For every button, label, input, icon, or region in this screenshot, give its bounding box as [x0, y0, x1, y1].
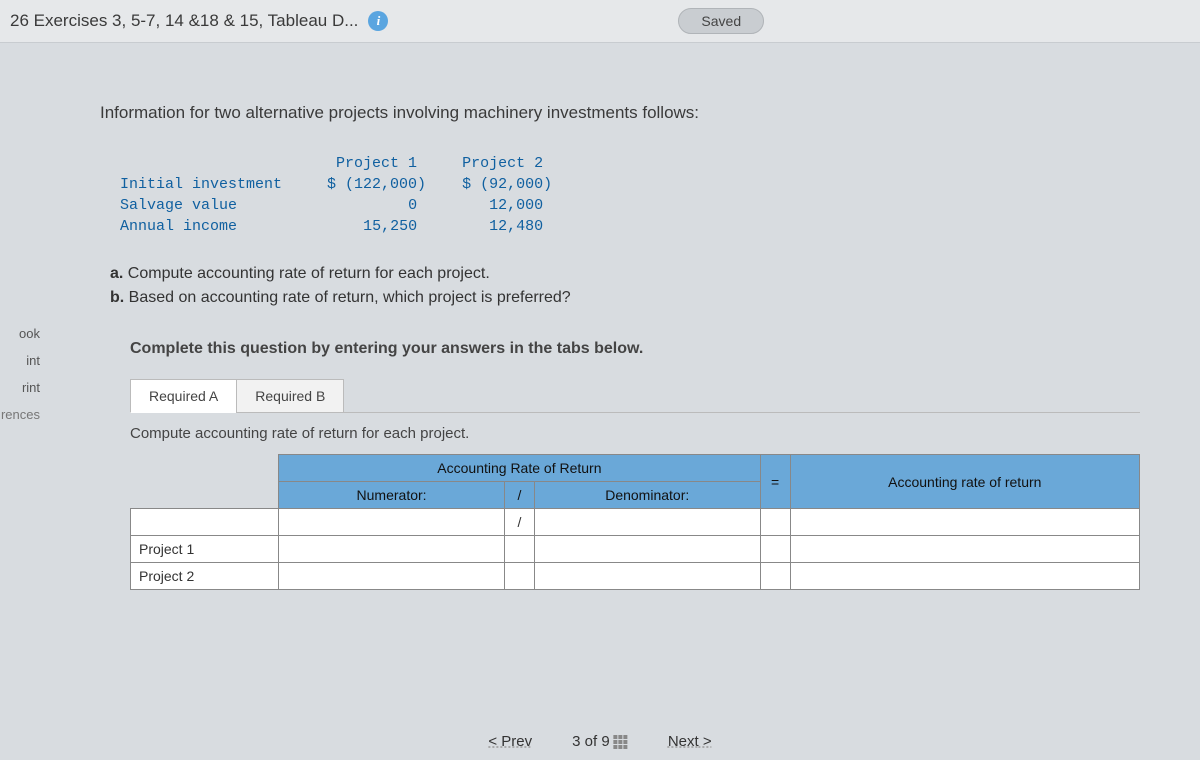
equals-cell [760, 509, 790, 536]
equals-cell [760, 536, 790, 563]
slash-header: / [504, 482, 534, 509]
sidebar-item[interactable]: rint [0, 374, 40, 401]
top-bar: 26 Exercises 3, 5-7, 14 &18 & 15, Tablea… [0, 0, 1200, 43]
project-data-block: Initial investment Project 1 Project 2 I… [120, 153, 1160, 237]
slash-cell: / [504, 509, 534, 536]
slash-cell [504, 563, 534, 590]
numerator-input[interactable] [279, 509, 505, 536]
denominator-header: Denominator: [534, 482, 760, 509]
question-b-label: b. [110, 289, 124, 306]
panel-title: Compute accounting rate of return for ea… [130, 425, 1140, 442]
table-row-label: Project 2 [131, 563, 279, 590]
grid-icon[interactable] [614, 735, 628, 749]
next-button[interactable]: Next > [668, 733, 712, 750]
sidebar-item[interactable]: rences [0, 401, 40, 428]
left-sidebar: ook int rint rences [0, 320, 40, 428]
main-content: Information for two alternative projects… [60, 83, 1200, 610]
numerator-header: Numerator: [279, 482, 505, 509]
result-cell[interactable] [790, 509, 1139, 536]
answer-panel: Compute accounting rate of return for ea… [130, 412, 1140, 590]
denominator-input[interactable] [534, 563, 760, 590]
sidebar-item[interactable]: int [0, 347, 40, 374]
table-row-label: Project 1 [131, 536, 279, 563]
tab-required-a[interactable]: Required A [130, 379, 237, 413]
question-a-text: Compute accounting rate of return for ea… [123, 265, 489, 282]
arr-table: Accounting Rate of Return = Accounting r… [130, 454, 1140, 590]
table-row [131, 509, 279, 536]
denominator-input[interactable] [534, 509, 760, 536]
numerator-input[interactable] [279, 536, 505, 563]
intro-text: Information for two alternative projects… [100, 103, 1160, 123]
question-list: a. Compute accounting rate of return for… [110, 262, 1160, 310]
assignment-title: 26 Exercises 3, 5-7, 14 &18 & 15, Tablea… [10, 11, 358, 31]
result-cell[interactable] [790, 563, 1139, 590]
result-cell[interactable] [790, 536, 1139, 563]
prev-button[interactable]: < Prev [488, 733, 532, 750]
corner-cell [131, 455, 279, 509]
sidebar-item[interactable]: ook [0, 320, 40, 347]
denominator-input[interactable] [534, 536, 760, 563]
instruction-text: Complete this question by entering your … [130, 340, 1160, 358]
question-b-text: Based on accounting rate of return, whic… [124, 289, 570, 306]
saved-indicator: Saved [678, 8, 764, 34]
slash-cell [504, 536, 534, 563]
numerator-input[interactable] [279, 563, 505, 590]
answer-tabs: Required A Required B [130, 378, 1160, 412]
question-a-label: a. [110, 265, 123, 282]
group-header: Accounting Rate of Return [279, 455, 760, 482]
result-header: Accounting rate of return [790, 455, 1139, 509]
equals-header: = [760, 455, 790, 509]
page-position: 3 of 9 [572, 733, 628, 750]
tab-required-b[interactable]: Required B [236, 379, 344, 413]
info-icon[interactable]: i [368, 11, 388, 31]
equals-cell [760, 563, 790, 590]
pager: < Prev 3 of 9 Next > [488, 733, 711, 750]
